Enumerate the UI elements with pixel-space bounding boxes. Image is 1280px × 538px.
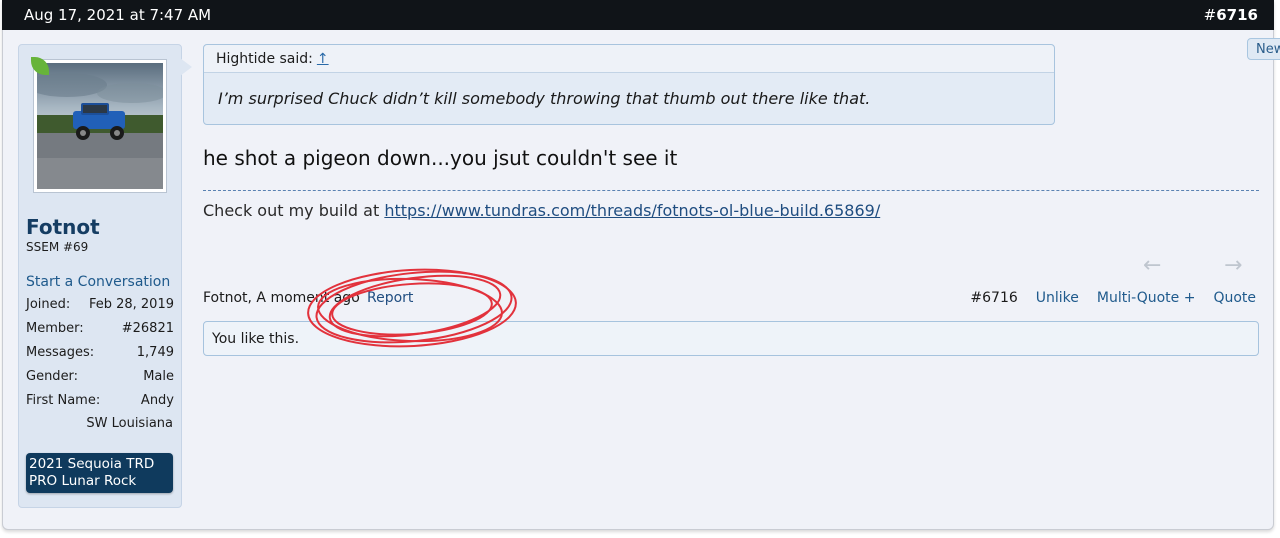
stat-row-joined: Joined: Feb 28, 2019 — [26, 297, 174, 312]
stat-row-member: Member: #26821 — [26, 321, 174, 336]
message-body: he shot a pigeon down...you jsut couldn'… — [203, 146, 678, 170]
stat-row-gender: Gender: Male — [26, 369, 174, 384]
username[interactable]: Fotnot — [26, 215, 100, 239]
quote-author: Hightide said: — [216, 51, 313, 67]
jump-to-quote-icon[interactable]: ↑ — [317, 51, 329, 67]
user-info-panel: Fotnot SSEM #69 Start a Conversation Joi… — [18, 44, 182, 508]
new-posts-tab[interactable]: New — [1247, 38, 1280, 60]
quote-header: Hightide said: ↑ — [204, 45, 1054, 73]
user-title: SSEM #69 — [26, 240, 89, 254]
vehicle-banner: 2021 Sequoia TRD PRO Lunar Rock — [26, 453, 173, 493]
signature: Check out my build at https://www.tundra… — [203, 201, 880, 220]
quote-block: Hightide said: ↑ I’m surprised Chuck didn… — [203, 44, 1055, 125]
multi-quote-link[interactable]: Multi-Quote + — [1097, 290, 1196, 306]
stat-row-messages: Messages: 1,749 — [26, 345, 174, 360]
previous-arrow-icon[interactable]: ← — [1143, 253, 1161, 278]
signature-prefix: Check out my build at — [203, 201, 380, 220]
post-number[interactable]: #6716 — [970, 290, 1017, 306]
post-actions: #6716 Unlike Multi-Quote + Quote — [970, 290, 1256, 306]
stat-row-first-name: First Name: Andy — [26, 393, 174, 408]
quote-text: I’m surprised Chuck didn’t kill somebody… — [218, 89, 871, 108]
next-arrow-icon[interactable]: → — [1224, 253, 1242, 278]
post-date: Aug 17, 2021 at 7:47 AM — [24, 6, 212, 24]
post-author-time[interactable]: Fotnot, A moment ago — [203, 290, 360, 306]
signature-build-link[interactable]: https://www.tundras.com/threads/fotnots-… — [384, 201, 880, 220]
start-conversation-link[interactable]: Start a Conversation — [26, 274, 170, 290]
panel-pointer-arrow — [180, 58, 192, 76]
avatar-truck-photo — [37, 63, 163, 189]
user-stats: Joined: Feb 28, 2019 Member: #26821 Messag… — [26, 296, 174, 416]
post-header-bar: Aug 17, 2021 at 7:47 AM #6716 — [2, 0, 1274, 30]
avatar[interactable] — [33, 59, 167, 193]
signature-divider — [203, 190, 1259, 191]
quote-link[interactable]: Quote — [1213, 290, 1256, 306]
post-number-link[interactable]: #6716 — [1204, 6, 1258, 24]
unlike-link[interactable]: Unlike — [1036, 290, 1079, 306]
likes-summary: You like this. — [203, 321, 1259, 356]
user-location: SW Louisiana — [86, 416, 173, 431]
report-link[interactable]: Report — [367, 290, 413, 306]
